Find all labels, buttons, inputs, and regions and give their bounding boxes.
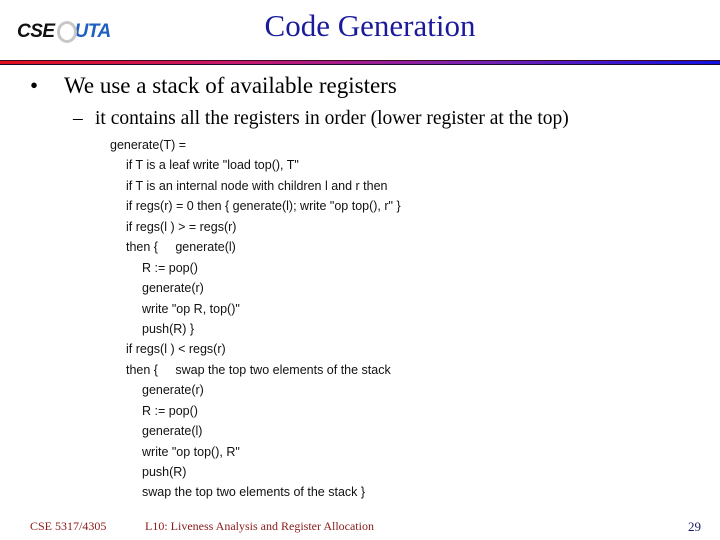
sub-bullet: – it contains all the registers in order … [73, 108, 569, 130]
code-line: write "op top(), R" [142, 444, 240, 459]
pseudocode-block: generate(T) = if T is a leaf write "load … [110, 135, 401, 503]
dash-icon: – [73, 108, 83, 129]
code-line: swap the top two elements of the stack } [142, 485, 366, 500]
code-line: push(R) } [142, 321, 195, 336]
title-divider [0, 60, 720, 65]
slide-title: Code Generation [264, 8, 476, 43]
logo-uta-text: UTA [74, 21, 112, 42]
code-line: then { swap the top two elements of the … [126, 362, 391, 377]
footer-course: CSE 5317/4305 [30, 519, 107, 533]
code-line: generate(l) [142, 424, 203, 439]
code-line: push(R) [142, 465, 187, 479]
sub-bullet-text: it contains all the registers in order (… [95, 108, 569, 129]
code-line: generate(r) [142, 281, 204, 296]
code-line: if regs(l ) < regs(r) [126, 342, 226, 357]
code-line: if T is a leaf write "load top(), T" [126, 158, 299, 173]
bullet-icon: • [30, 73, 39, 98]
cse-uta-logo: CSE UTA [17, 19, 111, 45]
bullet-text: We use a stack of available registers [64, 73, 397, 98]
code-line: if regs(r) = 0 then { generate(l); write… [126, 199, 401, 214]
code-line: generate(r) [142, 383, 204, 398]
code-line: R := pop() [142, 403, 198, 418]
code-line: generate(T) = [110, 138, 187, 152]
code-line: if T is an internal node with children l… [126, 178, 388, 193]
main-bullet: • We use a stack of available registers [30, 73, 397, 99]
footer-lecture-title: L10: Liveness Analysis and Register Allo… [145, 519, 374, 533]
logo-cse-text: CSE [17, 21, 55, 42]
code-line: write "op R, top()" [142, 301, 240, 316]
logo-at-icon [56, 20, 77, 44]
code-line: R := pop() [142, 260, 198, 275]
code-line: if regs(l ) > = regs(r) [126, 219, 237, 234]
page-number: 29 [688, 519, 701, 534]
code-line: then { generate(l) [126, 240, 236, 255]
